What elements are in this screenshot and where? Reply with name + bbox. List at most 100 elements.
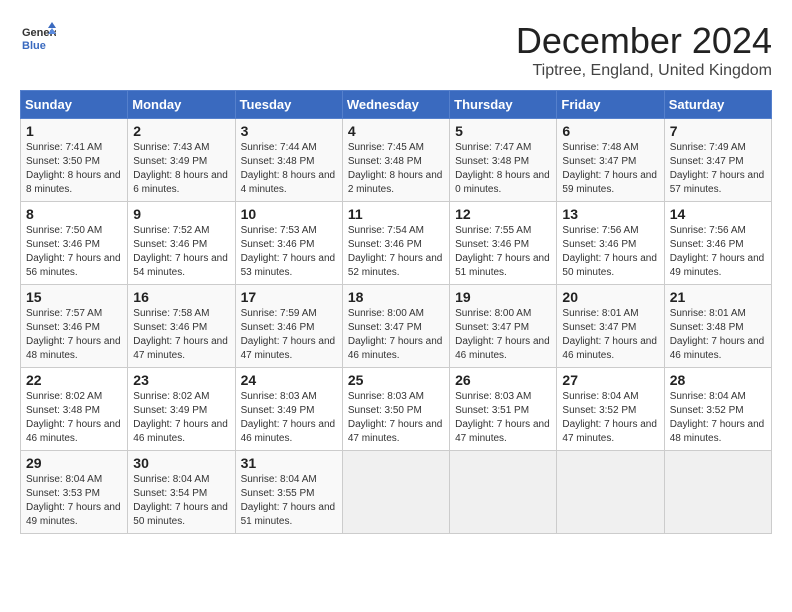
calendar-cell: 15Sunrise: 7:57 AMSunset: 3:46 PMDayligh… <box>21 285 128 368</box>
title-area: December 2024 Tiptree, England, United K… <box>516 20 772 80</box>
week-row-2: 8Sunrise: 7:50 AMSunset: 3:46 PMDaylight… <box>21 202 772 285</box>
day-number: 28 <box>670 372 766 388</box>
day-number: 4 <box>348 123 444 139</box>
day-number: 31 <box>241 455 337 471</box>
column-header-sunday: Sunday <box>21 91 128 119</box>
day-detail: Sunrise: 8:00 AMSunset: 3:47 PMDaylight:… <box>455 307 551 363</box>
day-detail: Sunrise: 8:04 AMSunset: 3:54 PMDaylight:… <box>133 473 229 529</box>
calendar-cell: 8Sunrise: 7:50 AMSunset: 3:46 PMDaylight… <box>21 202 128 285</box>
calendar-cell: 4 Sunrise: 7:45 AMSunset: 3:48 PMDaylight… <box>342 119 449 202</box>
day-detail: Sunrise: 7:48 AMSunset: 3:47 PMDaylight:… <box>562 141 658 197</box>
day-number: 6 <box>562 123 658 139</box>
calendar-cell: 3Sunrise: 7:44 AMSunset: 3:48 PMDaylight… <box>235 119 342 202</box>
day-number: 5 <box>455 123 551 139</box>
day-number: 19 <box>455 289 551 305</box>
calendar-cell: 28 Sunrise: 8:04 AMSunset: 3:52 PMDayligh… <box>664 368 771 451</box>
day-detail: Sunrise: 7:52 AMSunset: 3:46 PMDaylight:… <box>133 224 229 280</box>
day-number: 2 <box>133 123 229 139</box>
day-number: 16 <box>133 289 229 305</box>
day-detail: Sunrise: 7:49 AMSunset: 3:47 PMDaylight:… <box>670 141 766 197</box>
calendar-cell: 21 Sunrise: 8:01 AMSunset: 3:48 PMDayligh… <box>664 285 771 368</box>
calendar-cell: 23 Sunrise: 8:02 AMSunset: 3:49 PMDayligh… <box>128 368 235 451</box>
day-detail: Sunrise: 7:43 AMSunset: 3:49 PMDaylight:… <box>133 141 229 197</box>
day-detail: Sunrise: 7:50 AMSunset: 3:46 PMDaylight:… <box>26 224 122 280</box>
day-number: 12 <box>455 206 551 222</box>
week-row-3: 15Sunrise: 7:57 AMSunset: 3:46 PMDayligh… <box>21 285 772 368</box>
day-number: 3 <box>241 123 337 139</box>
day-detail: Sunrise: 8:02 AMSunset: 3:48 PMDaylight:… <box>26 390 122 446</box>
calendar-cell: 13 Sunrise: 7:56 AMSunset: 3:46 PMDayligh… <box>557 202 664 285</box>
day-number: 11 <box>348 206 444 222</box>
calendar-cell <box>342 451 449 534</box>
calendar-cell: 14 Sunrise: 7:56 AMSunset: 3:46 PMDayligh… <box>664 202 771 285</box>
day-number: 22 <box>26 372 122 388</box>
day-detail: Sunrise: 7:56 AMSunset: 3:46 PMDaylight:… <box>562 224 658 280</box>
calendar-cell: 30 Sunrise: 8:04 AMSunset: 3:54 PMDayligh… <box>128 451 235 534</box>
day-detail: Sunrise: 7:41 AMSunset: 3:50 PMDaylight:… <box>26 141 122 197</box>
day-detail: Sunrise: 7:56 AMSunset: 3:46 PMDaylight:… <box>670 224 766 280</box>
calendar-cell: 5 Sunrise: 7:47 AMSunset: 3:48 PMDaylight… <box>450 119 557 202</box>
day-number: 13 <box>562 206 658 222</box>
calendar-body: 1 Sunrise: 7:41 AMSunset: 3:50 PMDaylight… <box>21 119 772 534</box>
week-row-4: 22 Sunrise: 8:02 AMSunset: 3:48 PMDayligh… <box>21 368 772 451</box>
calendar-cell: 10 Sunrise: 7:53 AMSunset: 3:46 PMDayligh… <box>235 202 342 285</box>
day-number: 26 <box>455 372 551 388</box>
logo-icon: General Blue <box>20 20 56 56</box>
calendar-cell: 1 Sunrise: 7:41 AMSunset: 3:50 PMDaylight… <box>21 119 128 202</box>
day-detail: Sunrise: 7:47 AMSunset: 3:48 PMDaylight:… <box>455 141 551 197</box>
week-row-5: 29 Sunrise: 8:04 AMSunset: 3:53 PMDayligh… <box>21 451 772 534</box>
calendar-cell: 11 Sunrise: 7:54 AMSunset: 3:46 PMDayligh… <box>342 202 449 285</box>
day-number: 18 <box>348 289 444 305</box>
day-number: 9 <box>133 206 229 222</box>
column-header-saturday: Saturday <box>664 91 771 119</box>
day-detail: Sunrise: 8:04 AMSunset: 3:55 PMDaylight:… <box>241 473 337 529</box>
calendar-cell: 16 Sunrise: 7:58 AMSunset: 3:46 PMDayligh… <box>128 285 235 368</box>
day-number: 29 <box>26 455 122 471</box>
day-detail: Sunrise: 7:59 AMSunset: 3:46 PMDaylight:… <box>241 307 337 363</box>
calendar-cell: 29 Sunrise: 8:04 AMSunset: 3:53 PMDayligh… <box>21 451 128 534</box>
calendar-cell: 27Sunrise: 8:04 AMSunset: 3:52 PMDayligh… <box>557 368 664 451</box>
calendar-cell: 31 Sunrise: 8:04 AMSunset: 3:55 PMDayligh… <box>235 451 342 534</box>
day-detail: Sunrise: 7:55 AMSunset: 3:46 PMDaylight:… <box>455 224 551 280</box>
column-header-friday: Friday <box>557 91 664 119</box>
day-detail: Sunrise: 8:04 AMSunset: 3:53 PMDaylight:… <box>26 473 122 529</box>
day-detail: Sunrise: 8:00 AMSunset: 3:47 PMDaylight:… <box>348 307 444 363</box>
calendar-cell: 9 Sunrise: 7:52 AMSunset: 3:46 PMDaylight… <box>128 202 235 285</box>
week-row-1: 1 Sunrise: 7:41 AMSunset: 3:50 PMDaylight… <box>21 119 772 202</box>
day-detail: Sunrise: 7:53 AMSunset: 3:46 PMDaylight:… <box>241 224 337 280</box>
calendar-cell <box>664 451 771 534</box>
day-number: 10 <box>241 206 337 222</box>
day-detail: Sunrise: 7:54 AMSunset: 3:46 PMDaylight:… <box>348 224 444 280</box>
day-number: 14 <box>670 206 766 222</box>
day-detail: Sunrise: 8:03 AMSunset: 3:51 PMDaylight:… <box>455 390 551 446</box>
svg-text:Blue: Blue <box>22 40 46 52</box>
day-detail: Sunrise: 7:58 AMSunset: 3:46 PMDaylight:… <box>133 307 229 363</box>
day-number: 25 <box>348 372 444 388</box>
logo: General Blue <box>20 20 56 56</box>
day-number: 21 <box>670 289 766 305</box>
month-title: December 2024 <box>516 20 772 62</box>
day-detail: Sunrise: 8:01 AMSunset: 3:48 PMDaylight:… <box>670 307 766 363</box>
day-number: 23 <box>133 372 229 388</box>
day-number: 24 <box>241 372 337 388</box>
calendar-cell: 20Sunrise: 8:01 AMSunset: 3:47 PMDayligh… <box>557 285 664 368</box>
day-detail: Sunrise: 8:02 AMSunset: 3:49 PMDaylight:… <box>133 390 229 446</box>
day-detail: Sunrise: 8:04 AMSunset: 3:52 PMDaylight:… <box>670 390 766 446</box>
column-header-tuesday: Tuesday <box>235 91 342 119</box>
calendar-header-row: SundayMondayTuesdayWednesdayThursdayFrid… <box>21 91 772 119</box>
day-detail: Sunrise: 8:03 AMSunset: 3:49 PMDaylight:… <box>241 390 337 446</box>
day-number: 30 <box>133 455 229 471</box>
calendar-cell: 25Sunrise: 8:03 AMSunset: 3:50 PMDayligh… <box>342 368 449 451</box>
calendar-cell: 12 Sunrise: 7:55 AMSunset: 3:46 PMDayligh… <box>450 202 557 285</box>
day-number: 1 <box>26 123 122 139</box>
day-detail: Sunrise: 8:04 AMSunset: 3:52 PMDaylight:… <box>562 390 658 446</box>
calendar-cell: 22 Sunrise: 8:02 AMSunset: 3:48 PMDayligh… <box>21 368 128 451</box>
location-title: Tiptree, England, United Kingdom <box>516 62 772 80</box>
calendar-cell: 7Sunrise: 7:49 AMSunset: 3:47 PMDaylight… <box>664 119 771 202</box>
calendar-cell: 26 Sunrise: 8:03 AMSunset: 3:51 PMDayligh… <box>450 368 557 451</box>
column-header-thursday: Thursday <box>450 91 557 119</box>
calendar-table: SundayMondayTuesdayWednesdayThursdayFrid… <box>20 90 772 534</box>
day-detail: Sunrise: 7:45 AMSunset: 3:48 PMDaylight:… <box>348 141 444 197</box>
day-detail: Sunrise: 8:01 AMSunset: 3:47 PMDaylight:… <box>562 307 658 363</box>
calendar-cell: 24 Sunrise: 8:03 AMSunset: 3:49 PMDayligh… <box>235 368 342 451</box>
